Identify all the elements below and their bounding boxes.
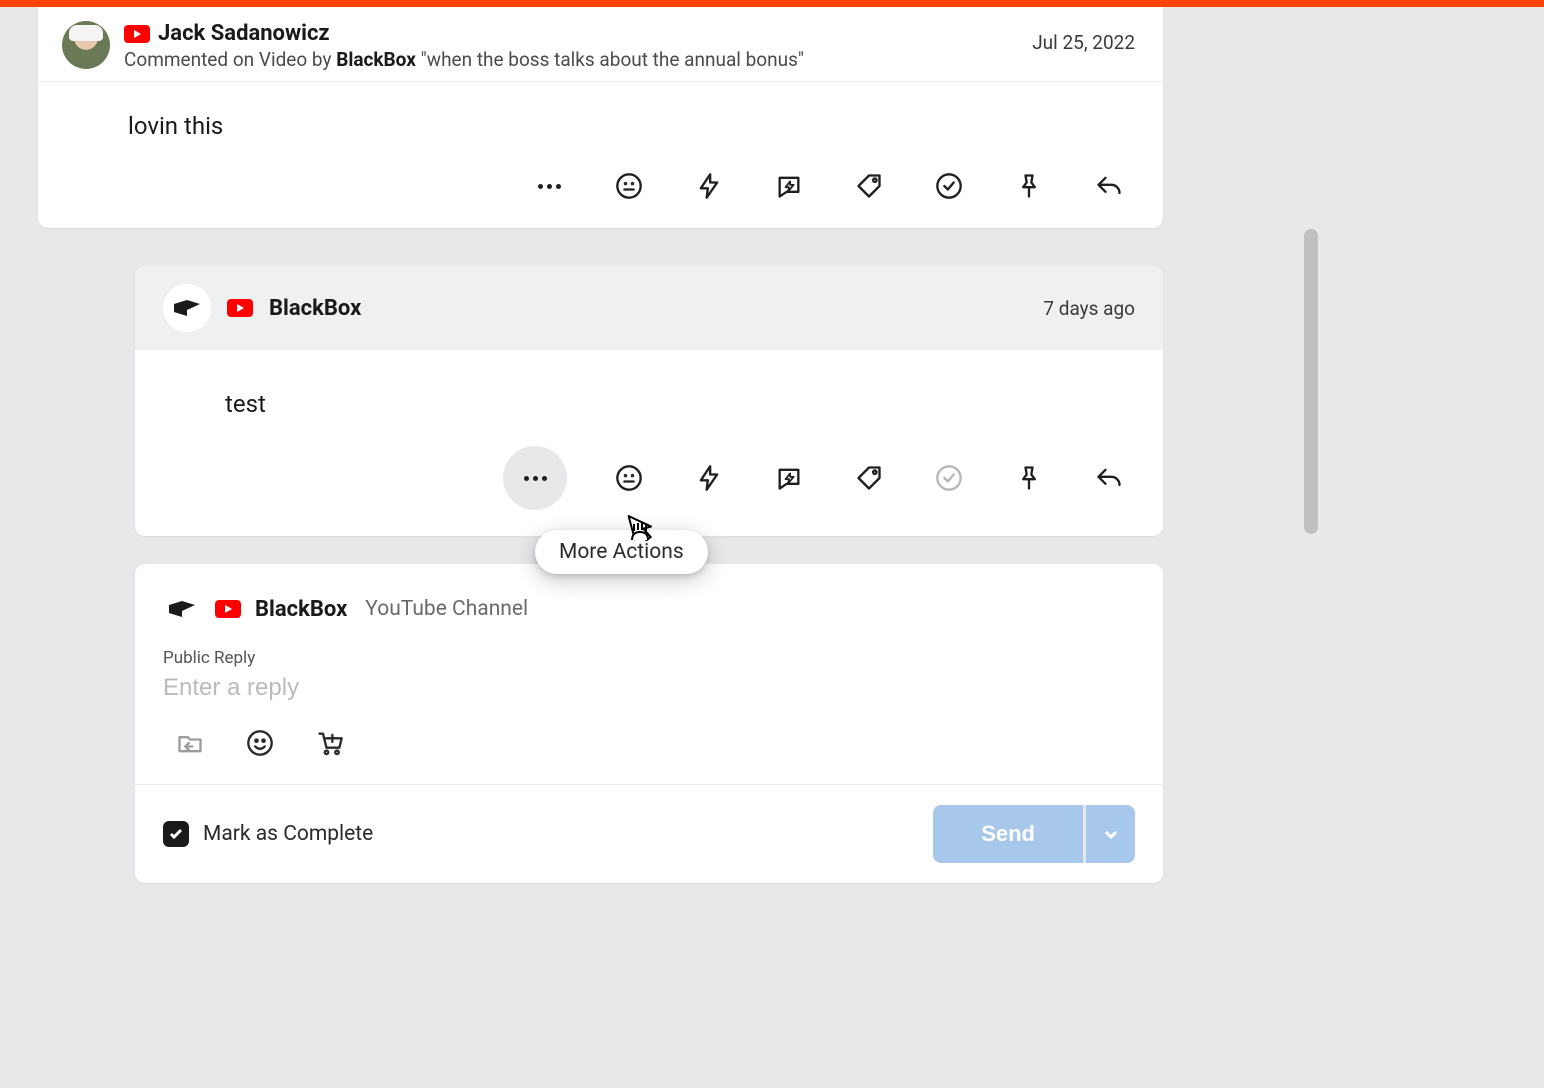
comment-header: Jack Sadanowicz Commented on Video by Bl…	[38, 7, 1163, 81]
saved-folder-icon	[176, 729, 204, 757]
composer-header: BlackBox YouTube Channel	[135, 564, 1163, 640]
blackbox-logo-icon	[172, 298, 202, 318]
reply-input[interactable]	[163, 674, 1135, 702]
sentiment-button[interactable]	[611, 460, 647, 496]
products-button[interactable]	[315, 728, 345, 758]
composer-footer: Mark as Complete Send	[135, 784, 1163, 883]
reply-header: BlackBox 7 days ago	[135, 266, 1163, 350]
emoji-icon	[246, 729, 274, 757]
sentiment-icon	[615, 172, 643, 200]
composer-channel-type: YouTube Channel	[365, 597, 528, 621]
reply-icon	[1095, 464, 1123, 492]
reply-body: test	[135, 350, 1163, 438]
reply-button[interactable]	[1091, 460, 1127, 496]
reply-card: BlackBox 7 days ago test	[135, 266, 1163, 536]
pin-icon	[1015, 464, 1043, 492]
youtube-icon	[124, 25, 150, 43]
sentiment-button[interactable]	[611, 168, 647, 204]
bolt-icon	[695, 464, 723, 492]
check-icon	[168, 826, 184, 842]
more-icon	[538, 184, 561, 189]
reply-date: 7 days ago	[1043, 297, 1135, 320]
comment-body: lovin this	[38, 82, 1163, 160]
scrollbar[interactable]	[1303, 4, 1319, 1088]
composer-author[interactable]: BlackBox	[255, 597, 347, 622]
pin-button[interactable]	[1011, 460, 1047, 496]
saved-reply-icon	[775, 172, 803, 200]
tooltip: More Actions	[535, 530, 708, 574]
comment-author[interactable]: Jack Sadanowicz	[158, 21, 330, 46]
cart-icon	[316, 729, 344, 757]
bolt-icon	[695, 172, 723, 200]
more-icon	[524, 476, 547, 481]
main-viewport: Jack Sadanowicz Commented on Video by Bl…	[0, 0, 1306, 1088]
more-actions-button[interactable]	[531, 168, 567, 204]
reply-button[interactable]	[1091, 168, 1127, 204]
comment-date: Jul 25, 2022	[1032, 21, 1135, 54]
send-button[interactable]: Send	[933, 805, 1083, 863]
mark-complete-label: Mark as Complete	[203, 822, 373, 846]
youtube-icon	[227, 299, 253, 317]
sentiment-icon	[615, 464, 643, 492]
saved-reply-button[interactable]	[771, 168, 807, 204]
reply-author[interactable]: BlackBox	[269, 296, 361, 321]
complete-button[interactable]	[931, 460, 967, 496]
pin-button[interactable]	[1011, 168, 1047, 204]
context-title: "when the boss talks about the annual bo…	[416, 48, 804, 71]
context-prefix: Commented on Video by	[124, 48, 336, 71]
composer-card: BlackBox YouTube Channel Public Reply Ma…	[135, 564, 1163, 883]
send-options-button[interactable]	[1083, 805, 1135, 863]
complete-button[interactable]	[931, 168, 967, 204]
tag-button[interactable]	[851, 168, 887, 204]
mark-complete-checkbox[interactable]	[163, 821, 189, 847]
composer-toolbar	[135, 728, 1163, 784]
send-button-group: Send	[933, 805, 1135, 863]
comment-card: Jack Sadanowicz Commented on Video by Bl…	[38, 7, 1163, 228]
automation-button[interactable]	[691, 460, 727, 496]
chevron-down-icon	[1101, 824, 1121, 844]
saved-reply-icon	[775, 464, 803, 492]
avatar[interactable]	[62, 21, 110, 69]
reply-icon	[1095, 172, 1123, 200]
comment-actions	[38, 160, 1163, 228]
saved-reply-button[interactable]	[771, 460, 807, 496]
avatar[interactable]	[163, 284, 211, 332]
more-actions-button[interactable]	[503, 446, 567, 510]
saved-replies-button[interactable]	[175, 728, 205, 758]
complete-icon	[935, 172, 963, 200]
comment-context: Commented on Video by BlackBox "when the…	[124, 48, 1018, 71]
tag-icon	[855, 464, 883, 492]
emoji-button[interactable]	[245, 728, 275, 758]
avatar	[163, 590, 201, 628]
scrollbar-thumb[interactable]	[1304, 229, 1318, 534]
tag-icon	[855, 172, 883, 200]
reply-type-label[interactable]: Public Reply	[135, 640, 1163, 672]
pin-icon	[1015, 172, 1043, 200]
reply-actions	[135, 438, 1163, 536]
automation-button[interactable]	[691, 168, 727, 204]
complete-icon	[935, 464, 963, 492]
youtube-icon	[215, 600, 241, 618]
tag-button[interactable]	[851, 460, 887, 496]
context-author[interactable]: BlackBox	[336, 48, 416, 71]
blackbox-logo-icon	[167, 599, 197, 619]
